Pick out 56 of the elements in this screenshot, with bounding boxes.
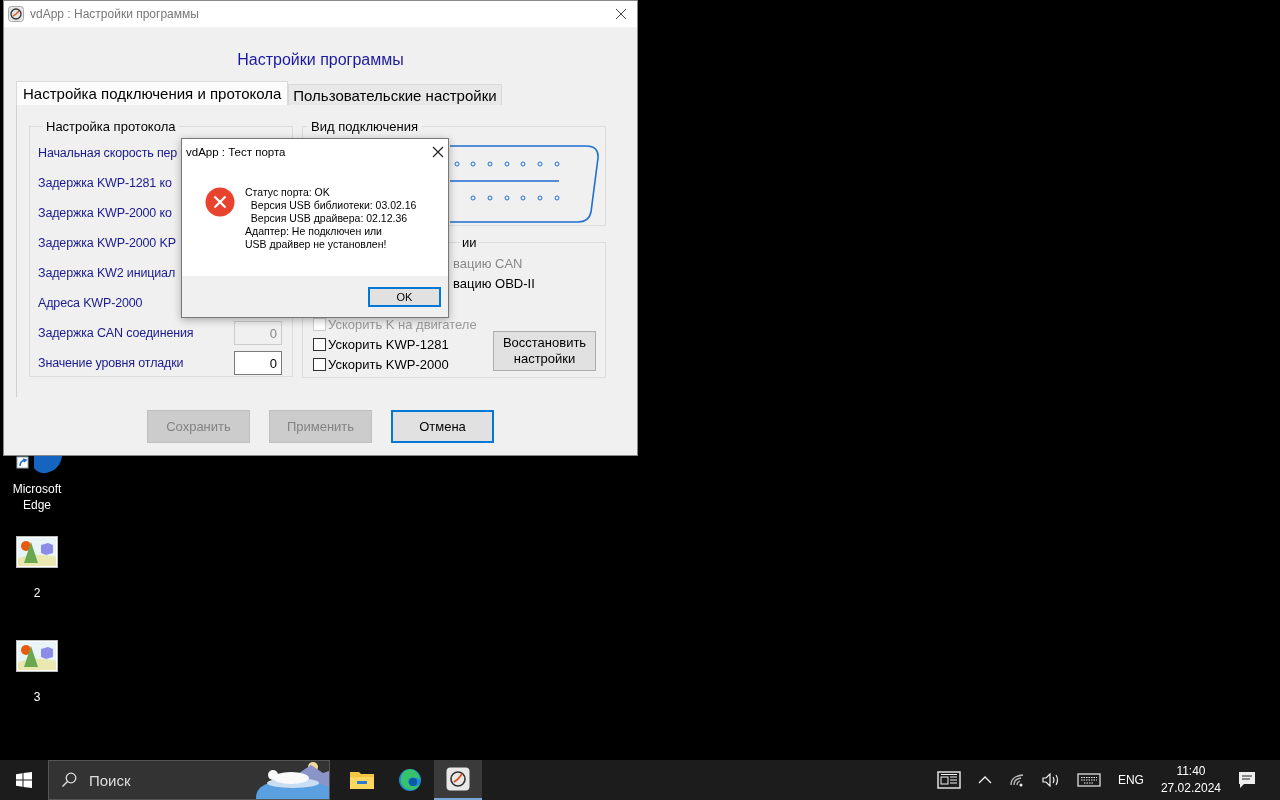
dialog-button[interactable]: Отмена [391, 410, 494, 443]
dialog-title: vdApp : Тест порта [186, 145, 286, 158]
setting-label: Задержка KWP-1281 ко [38, 176, 172, 190]
gauge-icon [446, 767, 470, 791]
folder-icon [350, 770, 374, 790]
checkbox[interactable] [313, 357, 326, 371]
news-icon[interactable] [936, 771, 961, 789]
edge-icon [398, 768, 422, 792]
desktop-icon-label[interactable]: Microsoft Edge [7, 481, 67, 513]
setting-label: Задержка CAN соединения [38, 326, 194, 340]
window-title: vdApp : Настройки программы [30, 7, 200, 21]
message-line: USB драйвер не установлен! [245, 238, 388, 251]
number-field[interactable]: 0 [234, 351, 282, 375]
close-icon[interactable] [432, 145, 444, 158]
group-title: Настройка протокола [45, 119, 177, 134]
settings-heading: Настройки программы [236, 51, 405, 69]
message-line: Статус порта: OK [245, 186, 331, 199]
setting-label: Задержка KWP-2000 KP [38, 236, 176, 250]
tab[interactable]: Настройка подключения и протокола [16, 81, 289, 105]
message-line: Версия USB драйвера: 02.12.36 [249, 212, 409, 225]
error-icon [205, 187, 235, 217]
group-title: Вид подключения [310, 119, 420, 134]
message-line: Версия USB библиотеки: 03.02.16 [249, 199, 417, 212]
search-icon [61, 772, 77, 788]
group-title: ии [461, 235, 478, 250]
setting-label: Значение уровня отладки [38, 356, 184, 370]
notification-icon[interactable] [1238, 771, 1256, 789]
language-indicator[interactable]: ENG [1117, 773, 1144, 787]
option-label: вацию OBD-II [452, 275, 536, 293]
ok-button[interactable]: OK [368, 286, 441, 307]
image-file-icon[interactable] [16, 536, 58, 568]
keyboard-icon[interactable] [1076, 773, 1101, 787]
wifi-icon[interactable] [1008, 773, 1025, 787]
close-icon[interactable] [615, 8, 627, 20]
search-field[interactable]: Поиск [48, 760, 330, 800]
option-label: вацию CAN [452, 255, 524, 273]
message-line: Адаптер: Не подключен или [245, 225, 383, 238]
gauge-icon [8, 6, 24, 22]
checkbox-label[interactable]: Ускорить KWP-2000 [328, 356, 449, 372]
clock[interactable]: 11:40 27.02.2024 [1160, 763, 1221, 797]
desktop-icon-label[interactable]: 2 [7, 585, 67, 601]
speaker-icon[interactable] [1041, 773, 1060, 787]
desktop-icon-label[interactable]: 3 [7, 689, 67, 705]
setting-label: Задержка KW2 инициал [38, 266, 176, 280]
chevron-up-icon[interactable] [977, 776, 992, 784]
edge-shortcut-icon[interactable] [16, 456, 64, 476]
image-file-icon[interactable] [16, 640, 58, 672]
windows-start-icon[interactable] [16, 772, 32, 788]
checkbox[interactable] [313, 337, 326, 351]
setting-label: Задержка KWP-2000 ко [38, 206, 172, 220]
restore-button[interactable]: Восстановить настройки [493, 331, 596, 371]
setting-label: Начальная скорость пер [38, 146, 178, 160]
taskbar-app[interactable] [434, 760, 482, 800]
setting-label: Адреса KWP-2000 [38, 296, 143, 310]
tab[interactable]: Пользовательские настройки [288, 84, 502, 105]
checkbox-label[interactable]: Ускорить KWP-1281 [328, 336, 449, 352]
